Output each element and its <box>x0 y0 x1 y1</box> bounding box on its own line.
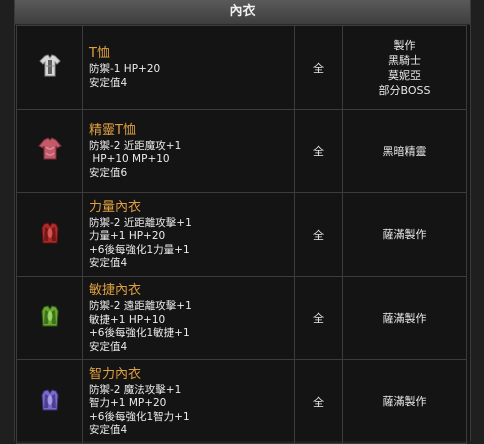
item-source-cell: 製作 黑騎士 莫妮亞 部分BOSS <box>342 25 467 110</box>
pink-shirt-icon <box>36 135 64 163</box>
item-source-cell: 薩滿製作 <box>342 192 467 277</box>
item-stat-line: 安定值4 <box>89 257 128 269</box>
red-vest-icon <box>36 219 64 247</box>
item-stat-line: 安定值6 <box>89 166 128 179</box>
white-armor-icon <box>36 52 64 80</box>
item-stat-line: 敏捷+1 HP+10 <box>89 313 166 326</box>
item-source: 薩滿製作 <box>382 395 427 408</box>
item-name: 智力內衣 <box>89 366 142 382</box>
item-class: 全 <box>294 276 343 360</box>
item-source: 黑騎士 <box>388 53 421 67</box>
item-row: 力量內衣 防禦-2 近距離攻擊+1 力量+1 HP+20 +6後每強化1力量+1 安定值… <box>16 192 467 277</box>
item-name: 力量內衣 <box>89 199 142 215</box>
item-source-cell: 黑暗精靈 <box>342 109 467 193</box>
item-source-cell: 薩滿製作 <box>342 276 467 360</box>
item-class: 全 <box>294 109 343 193</box>
item-stat-line: +6後每強化1敏捷+1 <box>89 327 190 339</box>
item-icon-cell <box>16 192 83 277</box>
item-stat-line: +6後每強化1智力+1 <box>89 410 190 423</box>
item-row: 智力內衣 防禦-2 魔法攻擊+1 智力+1 MP+20 +6後每強化1智力+1 安定值4… <box>16 359 467 444</box>
item-class: 全 <box>294 25 343 110</box>
item-stat-line: 防禦-2 近距離攻擊+1 <box>89 216 192 229</box>
item-source: 黑暗精靈 <box>382 144 427 158</box>
item-table-panel: 內衣 T恤 防禦-1 HP+20 安定值4 全製作 黑騎士 莫妮亞 部分BOSS 精靈T恤防… <box>14 0 471 444</box>
table-header: 內衣 <box>15 0 470 25</box>
item-icon-cell <box>16 359 83 444</box>
item-stat-line: 智力+1 MP+20 <box>89 397 167 409</box>
green-vest-icon <box>36 302 64 330</box>
item-stat-line: 防禦-1 HP+20 <box>89 63 161 75</box>
item-class: 全 <box>294 359 343 444</box>
item-row: T恤 防禦-1 HP+20 安定值4 全製作 黑騎士 莫妮亞 部分BOSS <box>16 25 467 110</box>
item-class: 全 <box>294 192 343 277</box>
item-stat-line: 防禦-2 遠距離攻擊+1 <box>89 300 192 312</box>
item-stat-line: 安定值4 <box>89 340 128 353</box>
item-stat-line: 防禦-2 魔法攻擊+1 <box>89 383 182 396</box>
item-source: 莫妮亞 <box>388 68 421 82</box>
item-source: 製作 <box>393 38 416 52</box>
item-stat-line: 安定值4 <box>89 424 128 436</box>
item-source-cell: 薩滿製作 <box>342 359 467 444</box>
item-icon-cell <box>16 109 83 193</box>
item-description-cell: 敏捷內衣防禦-2 遠距離攻擊+1 敏捷+1 HP+10 +6後每強化1敏捷+1 安定值… <box>82 276 295 360</box>
item-stat-line: +6後每強化1力量+1 <box>89 243 190 256</box>
item-row: 精靈T恤 防禦-2 近距魔攻+1 HP+10 MP+10 安定值6 全黑暗精靈 <box>16 109 467 193</box>
item-source: 薩滿製作 <box>382 311 427 325</box>
item-stat-line: HP+10 MP+10 <box>89 153 170 166</box>
item-source: 薩滿製作 <box>382 228 427 241</box>
item-stat-line: 防禦-2 近距魔攻+1 <box>89 139 182 152</box>
item-description-cell: 智力內衣 防禦-2 魔法攻擊+1 智力+1 MP+20 +6後每強化1智力+1 安定值4 <box>82 359 295 444</box>
item-name: 敏捷內衣 <box>89 283 142 298</box>
item-source: 部分BOSS <box>378 83 431 97</box>
item-name: T恤 <box>89 46 110 61</box>
item-name: 精靈T恤 <box>89 122 136 138</box>
item-stat-line: 力量+1 HP+20 <box>89 230 166 242</box>
item-description-cell: 力量內衣 防禦-2 近距離攻擊+1 力量+1 HP+20 +6後每強化1力量+1 安定值… <box>82 192 295 277</box>
item-description-cell: T恤防禦-1 HP+20 安定值4 <box>82 25 295 110</box>
purple-vest-icon <box>36 386 64 414</box>
item-icon-cell <box>16 25 83 110</box>
item-row: 敏捷內衣防禦-2 遠距離攻擊+1 敏捷+1 HP+10 +6後每強化1敏捷+1 安定值… <box>16 276 467 360</box>
item-icon-cell <box>16 276 83 360</box>
item-stat-line: 安定值4 <box>89 76 128 89</box>
underwear-item-table: T恤 防禦-1 HP+20 安定值4 全製作 黑騎士 莫妮亞 部分BOSS 精靈T恤 防禦-2… <box>16 25 467 444</box>
item-description-cell: 精靈T恤 防禦-2 近距魔攻+1 HP+10 MP+10 安定值6 <box>82 109 295 193</box>
